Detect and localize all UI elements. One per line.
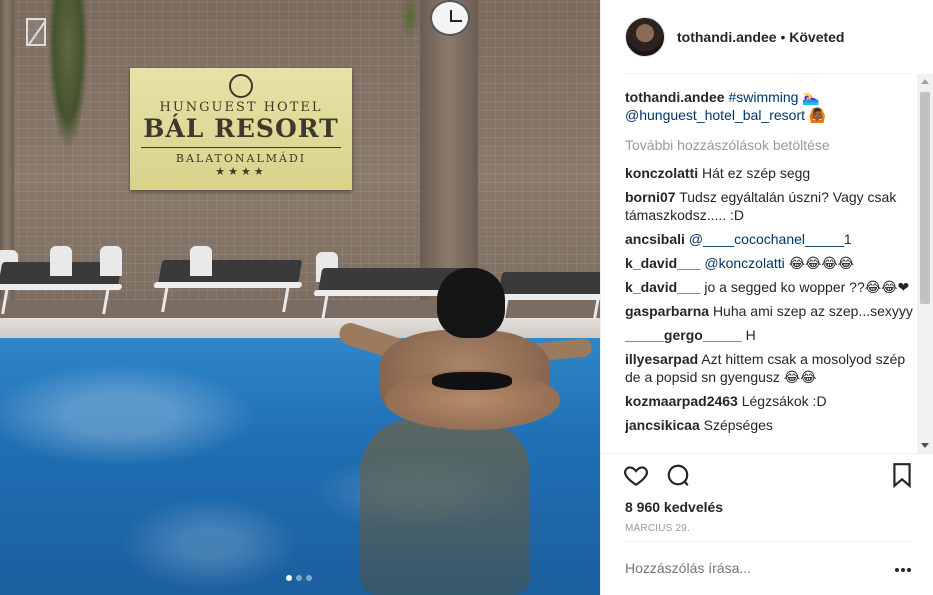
comment-username[interactable]: jancsikicaa <box>625 417 700 433</box>
heart-icon[interactable] <box>623 462 649 488</box>
hanging-plant <box>48 0 88 150</box>
comment-username[interactable]: borni07 <box>625 189 676 205</box>
carousel-indicator <box>286 575 312 581</box>
carousel-dot[interactable] <box>306 575 312 581</box>
post-sidebar: tothandi.andee • Követed tothandi.andee … <box>600 0 933 595</box>
comment-text: Szépséges <box>703 417 773 433</box>
caption-hashtag[interactable]: #swimming <box>728 89 798 105</box>
hotel-sign: HUNGUEST HOTEL BÁL RESORT BALATONALMÁDI … <box>130 68 352 190</box>
comment-username[interactable]: illyesarpad <box>625 351 698 367</box>
more-options-icon[interactable] <box>895 568 911 572</box>
post-date[interactable]: MÁRCIUS 29. <box>625 523 690 534</box>
comment-text: Légzsákok :D <box>741 393 827 409</box>
comment-username[interactable]: gasparbarna <box>625 303 709 319</box>
header-text: tothandi.andee • Követed <box>677 29 844 45</box>
scrollbar-thumb[interactable] <box>920 92 930 304</box>
person-swimsuit <box>432 372 512 390</box>
comment-username[interactable]: kozmaarpad2463 <box>625 393 738 409</box>
comment: _____gergo_____ H <box>625 326 915 344</box>
comment-text: jo a segged ko wopper ??😂😂❤ <box>704 279 910 295</box>
sign-stars: ★★★★ <box>215 165 267 178</box>
caption: tothandi.andee #swimming 🏊‍♀️ @hunguest_… <box>625 88 915 124</box>
bookmark-icon[interactable] <box>889 462 915 488</box>
sign-line-3: BALATONALMÁDI <box>175 152 307 165</box>
sign-line-1: HUNGUEST HOTEL <box>159 100 323 115</box>
action-icons <box>623 462 691 488</box>
sign-line-2: BÁL RESORT <box>143 114 339 143</box>
comment: illyesarpad Azt hittem csak a mosolyod s… <box>625 350 915 386</box>
carousel-dot[interactable] <box>286 575 292 581</box>
person-head <box>437 268 505 338</box>
header-divider <box>625 73 912 74</box>
comment: ancsibali @____cocochanel_____1 <box>625 230 915 248</box>
comment-mention[interactable]: @konczolatti <box>704 255 784 271</box>
comment-text: Huha ami szep az szep...sexyyy <box>712 303 913 319</box>
follow-button[interactable]: Követed <box>789 29 844 45</box>
lounger <box>497 272 600 298</box>
post-photo[interactable]: HUNGUEST HOTEL BÁL RESORT BALATONALMÁDI … <box>0 0 600 595</box>
caption-username[interactable]: tothandi.andee <box>625 89 725 105</box>
comment: borni07 Tudsz egyáltalán úszni? Vagy csa… <box>625 188 915 224</box>
comment-username[interactable]: _____gergo_____ <box>625 327 742 343</box>
load-more-comments[interactable]: További hozzászólások betöltése <box>625 136 915 154</box>
comment: kozmaarpad2463 Légzsákok :D <box>625 392 915 410</box>
instagram-post-view: HUNGUEST HOTEL BÁL RESORT BALATONALMÁDI … <box>0 0 933 595</box>
comment-mention[interactable]: @____cocochanel_____1 <box>689 231 852 247</box>
comment-text: H <box>745 327 756 343</box>
comment-username[interactable]: ancsibali <box>625 231 685 247</box>
comment-username[interactable]: k_david___ <box>625 279 701 295</box>
caption-emoji: 🏊‍♀️ <box>802 89 820 105</box>
comment: konczolatti Hát ez szép segg <box>625 164 915 182</box>
scroll-down-icon[interactable] <box>921 443 929 448</box>
author-username[interactable]: tothandi.andee <box>677 29 777 45</box>
comments-scrollbar[interactable] <box>917 74 933 453</box>
comment-text: Hát ez szép segg <box>702 165 811 181</box>
person-legs <box>360 420 530 595</box>
comment: k_david___ @konczolatti 😂😂😂😂 <box>625 254 915 272</box>
comments-list: tothandi.andee #swimming 🏊‍♀️ @hunguest_… <box>625 88 915 453</box>
no-entry-sign <box>26 18 46 46</box>
sign-rule <box>141 147 341 148</box>
comment-username[interactable]: k_david___ <box>625 255 701 271</box>
add-comment-input[interactable] <box>625 560 875 576</box>
header-separator: • <box>780 29 786 45</box>
add-comment-divider <box>625 541 911 542</box>
wall-clock <box>430 0 470 36</box>
likes-count[interactable]: 8 960 kedvelés <box>625 499 723 515</box>
comment-icon[interactable] <box>665 462 691 488</box>
sun-loungers <box>0 240 600 330</box>
carousel-dot[interactable] <box>296 575 302 581</box>
post-actions: 8 960 kedvelés MÁRCIUS 29. <box>601 453 933 548</box>
hotel-logo-icon <box>229 74 253 98</box>
caption-emoji: 🙆🏾 <box>808 107 827 123</box>
hanging-plant <box>400 0 420 40</box>
comment: jancsikicaa Szépséges <box>625 416 915 434</box>
comment-username[interactable]: konczolatti <box>625 165 698 181</box>
post-header: tothandi.andee • Követed <box>601 0 933 74</box>
caption-mention[interactable]: @hunguest_hotel_bal_resort <box>625 107 805 123</box>
comment: k_david___ jo a segged ko wopper ??😂😂❤ <box>625 278 915 296</box>
scroll-up-icon[interactable] <box>921 79 929 84</box>
comment-text: 😂😂😂😂 <box>788 255 855 271</box>
lounger <box>157 260 303 286</box>
avatar[interactable] <box>625 17 665 57</box>
comment: gasparbarna Huha ami szep az szep...sexy… <box>625 302 915 320</box>
